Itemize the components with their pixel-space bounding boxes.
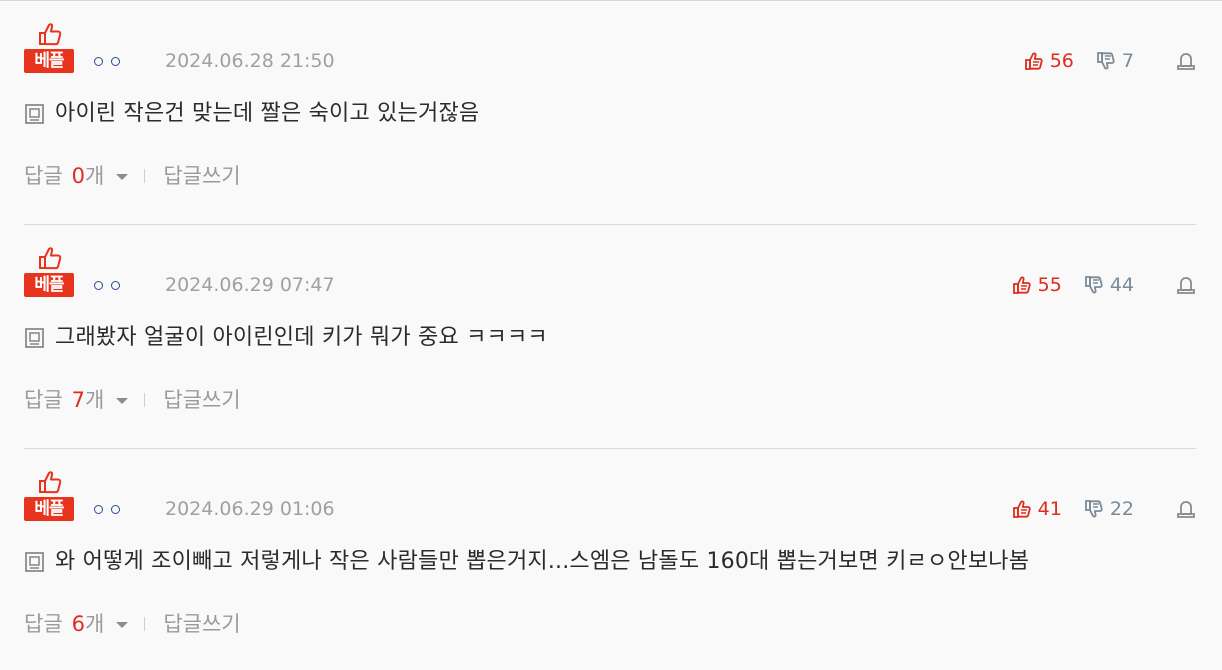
divider: [144, 393, 146, 407]
divider: [144, 169, 146, 183]
report-button[interactable]: [1176, 499, 1196, 519]
dislike-button[interactable]: 22: [1084, 496, 1134, 522]
report-icon: [1177, 53, 1195, 70]
write-reply-button[interactable]: 답글쓰기: [163, 611, 240, 637]
reply-bar: 답글 0 개 답글쓰기: [24, 163, 241, 189]
reply-unit: 개: [85, 388, 105, 412]
comment-body: 와 어떻게 조이빼고 저렇게나 작은 사람들만 뽑은거지...스엠은 남돌도 1…: [24, 549, 1029, 575]
dislike-count: 22: [1109, 498, 1134, 520]
report-button[interactable]: [1176, 51, 1196, 71]
caret-down-icon: [116, 622, 129, 628]
reply-count: 6: [71, 612, 86, 636]
vote-area: 41 22: [1012, 496, 1196, 522]
comment-body: 그래봤자 얼굴이 아이린인데 키가 뭐가 중요 ㅋㅋㅋㅋ: [24, 325, 548, 351]
caret-down-icon: [116, 398, 129, 404]
best-label: 베플: [24, 49, 74, 73]
vote-area: 56 7: [1024, 48, 1196, 74]
caret-down-icon: [116, 174, 129, 180]
comment-date: 2024.06.28 21:50: [165, 50, 335, 72]
thumbs-down-icon: [1084, 500, 1103, 518]
like-button[interactable]: 56: [1024, 48, 1074, 74]
thumbs-down-icon: [1084, 276, 1103, 294]
nickname[interactable]: [94, 274, 120, 296]
reply-label: 답글: [24, 164, 63, 188]
comment-item: 베플 2024.06.29 01:06 41 22 와 어떻게 조이빼고 저렇게…: [24, 449, 1196, 670]
memo-icon: [25, 328, 44, 348]
comment-list: 베플 2024.06.28 21:50 56 7 아이린 작은건 맞는데 짤은 …: [0, 0, 1222, 670]
reply-toggle-button[interactable]: 답글 0 개: [24, 163, 129, 189]
comment-text: 아이린 작은건 맞는데 짤은 숙이고 있는거잖음: [55, 101, 480, 126]
dislike-button[interactable]: 7: [1096, 48, 1134, 74]
dislike-button[interactable]: 44: [1084, 272, 1134, 298]
comment-body: 아이린 작은건 맞는데 짤은 숙이고 있는거잖음: [24, 101, 479, 127]
report-icon: [1177, 277, 1195, 294]
reply-bar: 답글 6 개 답글쓰기: [24, 611, 241, 637]
report-button[interactable]: [1176, 275, 1196, 295]
nickname-dot: [94, 280, 103, 290]
reply-label: 답글: [24, 612, 63, 636]
reply-bar: 답글 7 개 답글쓰기: [24, 387, 241, 413]
nickname-dot: [111, 280, 120, 290]
reply-toggle-button[interactable]: 답글 7 개: [24, 387, 129, 413]
thumbs-up-icon: [39, 471, 62, 494]
thumbs-up-icon: [39, 23, 62, 46]
nickname-dot: [111, 504, 120, 514]
like-button[interactable]: 55: [1012, 272, 1062, 298]
vote-area: 55 44: [1012, 272, 1196, 298]
best-comment-badge: 베플: [24, 21, 74, 75]
memo-icon: [25, 552, 44, 572]
reply-count: 0: [71, 164, 86, 188]
best-label: 베플: [24, 273, 74, 297]
like-count: 56: [1049, 50, 1074, 72]
comment-date: 2024.06.29 07:47: [165, 274, 335, 296]
write-reply-button[interactable]: 답글쓰기: [163, 387, 240, 413]
thumbs-up-icon: [1024, 52, 1043, 70]
write-reply-button[interactable]: 답글쓰기: [163, 163, 240, 189]
reply-unit: 개: [85, 164, 105, 188]
thumbs-up-icon: [1012, 500, 1031, 518]
like-count: 41: [1037, 498, 1062, 520]
nickname[interactable]: [94, 498, 120, 520]
thumbs-up-icon: [1012, 276, 1031, 294]
nickname-dot: [94, 504, 103, 514]
nickname[interactable]: [94, 50, 120, 72]
thumbs-up-icon: [39, 247, 62, 270]
reply-count: 7: [71, 388, 86, 412]
nickname-dot: [94, 56, 103, 66]
like-count: 55: [1037, 274, 1062, 296]
comment-item: 베플 2024.06.29 07:47 55 44 그래봤자 얼굴이 아이린인데…: [24, 225, 1196, 449]
reply-unit: 개: [85, 612, 105, 636]
nickname-dot: [111, 56, 120, 66]
reply-toggle-button[interactable]: 답글 6 개: [24, 611, 129, 637]
report-icon: [1177, 501, 1195, 518]
thumbs-down-icon: [1097, 52, 1115, 70]
comment-text: 와 어떻게 조이빼고 저렇게나 작은 사람들만 뽑은거지...스엠은 남돌도 1…: [55, 549, 1030, 574]
comment-item: 베플 2024.06.28 21:50 56 7 아이린 작은건 맞는데 짤은 …: [24, 1, 1196, 225]
best-comment-badge: 베플: [24, 245, 74, 299]
comment-date: 2024.06.29 01:06: [165, 498, 335, 520]
reply-label: 답글: [24, 388, 63, 412]
comment-text: 그래봤자 얼굴이 아이린인데 키가 뭐가 중요 ㅋㅋㅋㅋ: [55, 325, 548, 350]
divider: [144, 617, 146, 631]
dislike-count: 7: [1121, 50, 1134, 72]
dislike-count: 44: [1109, 274, 1134, 296]
best-comment-badge: 베플: [24, 469, 74, 523]
memo-icon: [25, 104, 44, 124]
like-button[interactable]: 41: [1012, 496, 1062, 522]
best-label: 베플: [24, 497, 74, 521]
